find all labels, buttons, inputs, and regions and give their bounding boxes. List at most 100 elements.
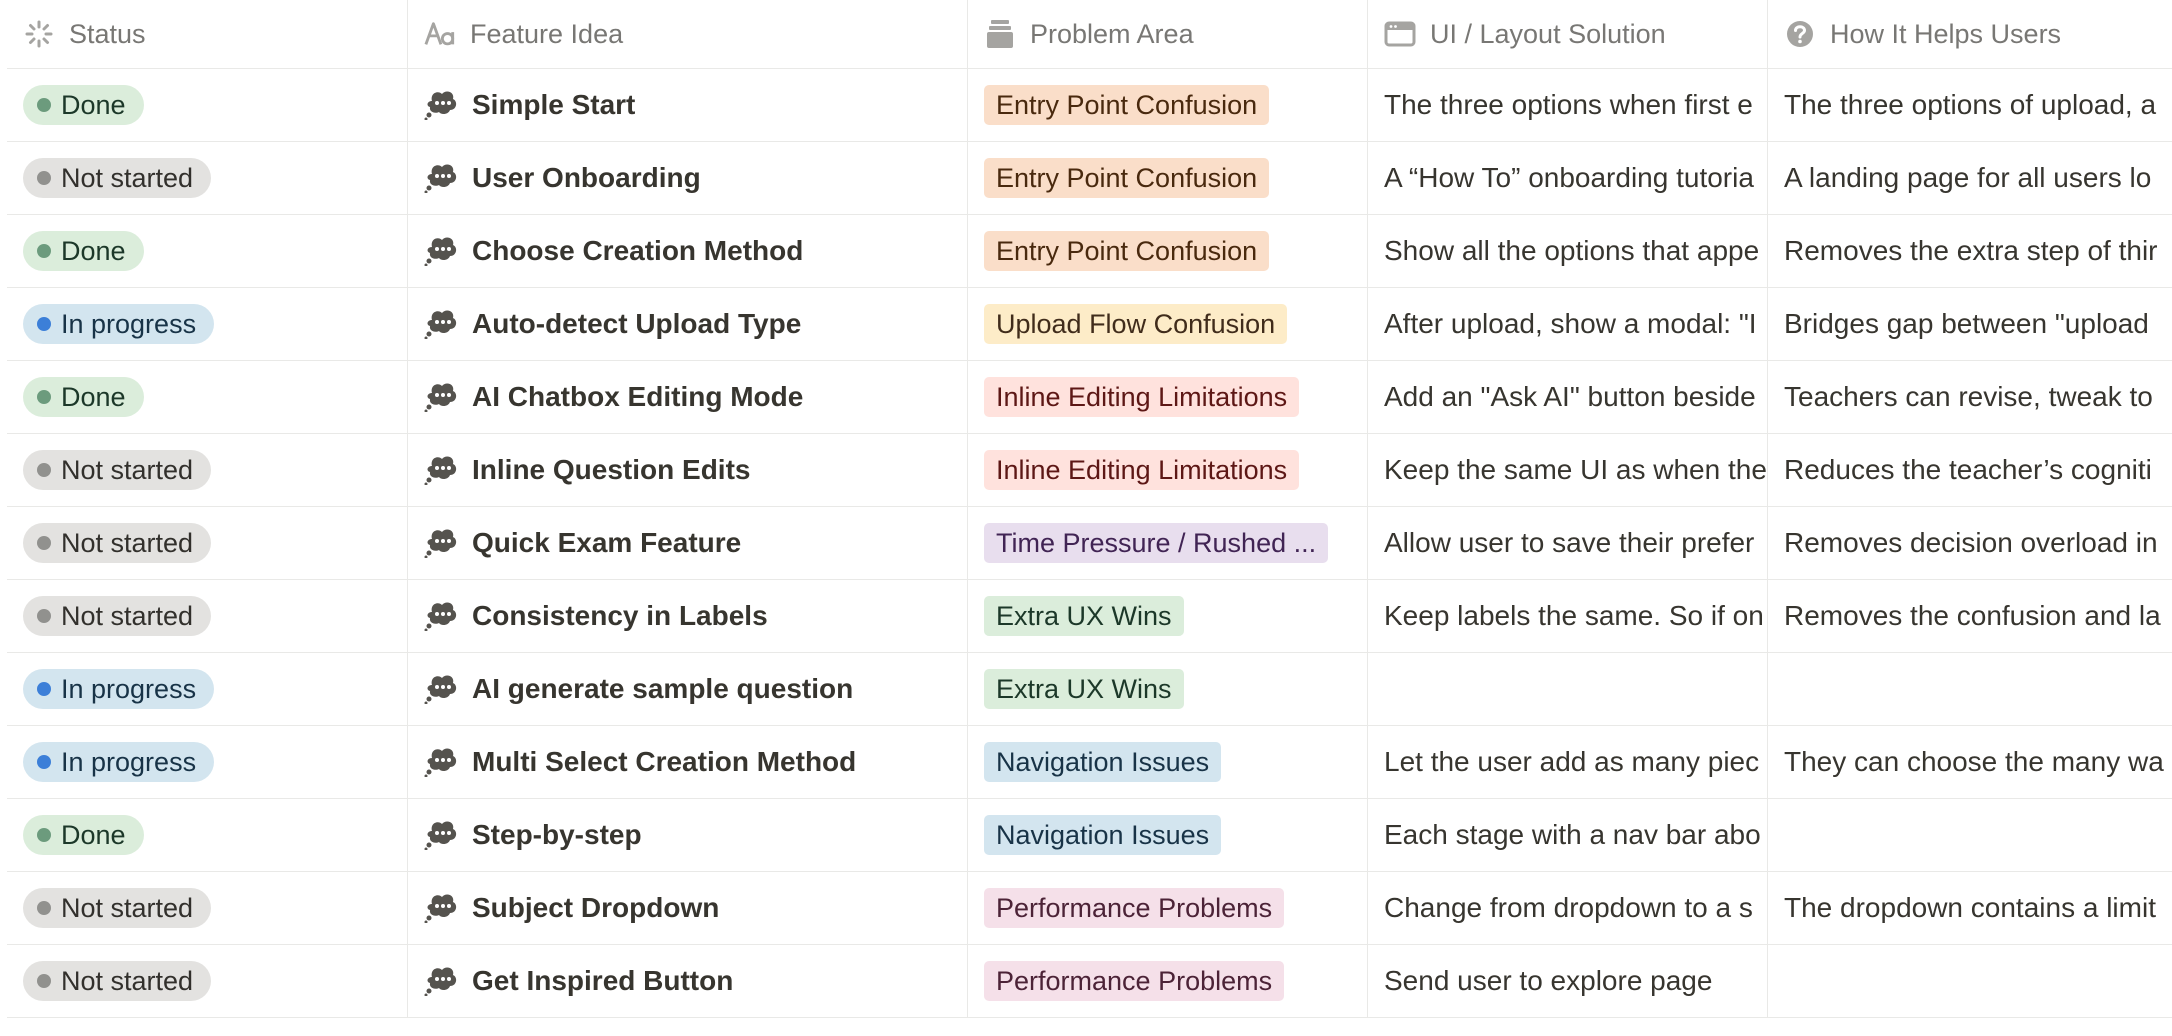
cell-feature-idea[interactable]: Subject Dropdown [407, 872, 967, 944]
status-badge[interactable]: Not started [23, 961, 212, 1001]
problem-area-tag[interactable]: Navigation Issues [984, 742, 1222, 782]
table-row[interactable]: Not started Consistency in Labels Extra UX… [7, 580, 2172, 653]
cell-feature-idea[interactable]: Step-by-step [407, 799, 967, 871]
table-row[interactable]: Not started Inline Question Edits Inline E… [7, 434, 2172, 507]
cell-ui-layout-solution[interactable]: The three options when first e [1367, 69, 1767, 141]
cell-feature-idea[interactable]: Auto-detect Upload Type [407, 288, 967, 360]
cell-feature-idea[interactable]: Consistency in Labels [407, 580, 967, 652]
cell-problem-area[interactable]: Upload Flow Confusion [967, 288, 1367, 360]
cell-status[interactable]: In progress [7, 288, 407, 360]
status-badge[interactable]: Done [23, 231, 144, 271]
status-badge[interactable]: In progress [23, 742, 215, 782]
cell-ui-layout-solution[interactable]: Keep labels the same. So if on [1367, 580, 1767, 652]
table-row[interactable]: Not started User Onboarding Entry Point Co… [7, 142, 2172, 215]
status-badge[interactable]: Not started [23, 596, 212, 636]
cell-status[interactable]: Done [7, 799, 407, 871]
column-header-problem-area[interactable]: Problem Area [967, 0, 1367, 68]
cell-ui-layout-solution[interactable]: Each stage with a nav bar abo [1367, 799, 1767, 871]
cell-how-it-helps-users[interactable]: Reduces the teacher’s cogniti [1767, 434, 2172, 506]
feature-title[interactable]: Simple Start [472, 89, 635, 121]
cell-status[interactable]: Not started [7, 945, 407, 1017]
cell-problem-area[interactable]: Extra UX Wins [967, 580, 1367, 652]
cell-problem-area[interactable]: Extra UX Wins [967, 653, 1367, 725]
cell-feature-idea[interactable]: Quick Exam Feature [407, 507, 967, 579]
cell-how-it-helps-users[interactable]: Removes the extra step of thir [1767, 215, 2172, 287]
cell-status[interactable]: Not started [7, 872, 407, 944]
cell-status[interactable]: Not started [7, 580, 407, 652]
cell-feature-idea[interactable]: Inline Question Edits [407, 434, 967, 506]
feature-title[interactable]: Get Inspired Button [472, 965, 733, 997]
table-row[interactable]: Done Choose Creation Method Entry Point Co… [7, 215, 2172, 288]
cell-status[interactable]: Not started [7, 142, 407, 214]
table-row[interactable]: Done Step-by-step Navigation Issues Each st… [7, 799, 2172, 872]
cell-how-it-helps-users[interactable] [1767, 799, 2172, 871]
cell-ui-layout-solution[interactable]: Let the user add as many piec [1367, 726, 1767, 798]
problem-area-tag[interactable]: Performance Problems [984, 888, 1285, 928]
cell-status[interactable]: Not started [7, 434, 407, 506]
cell-status[interactable]: Not started [7, 507, 407, 579]
status-badge[interactable]: Done [23, 815, 144, 855]
column-header-status[interactable]: Status [7, 0, 407, 68]
status-badge[interactable]: Done [23, 85, 144, 125]
status-badge[interactable]: In progress [23, 669, 215, 709]
feature-title[interactable]: Choose Creation Method [472, 235, 803, 267]
feature-title[interactable]: AI generate sample question [472, 673, 853, 705]
table-row[interactable]: Done AI Chatbox Editing Mode Inline Editin… [7, 361, 2172, 434]
problem-area-tag[interactable]: Inline Editing Limitations [984, 377, 1300, 417]
cell-feature-idea[interactable]: Choose Creation Method [407, 215, 967, 287]
problem-area-tag[interactable]: Entry Point Confusion [984, 231, 1270, 271]
cell-problem-area[interactable]: Inline Editing Limitations [967, 434, 1367, 506]
cell-feature-idea[interactable]: Multi Select Creation Method [407, 726, 967, 798]
cell-ui-layout-solution[interactable]: Add an "Ask AI" button beside [1367, 361, 1767, 433]
cell-status[interactable]: Done [7, 215, 407, 287]
feature-title[interactable]: Inline Question Edits [472, 454, 750, 486]
cell-how-it-helps-users[interactable]: The dropdown contains a limit [1767, 872, 2172, 944]
cell-ui-layout-solution[interactable]: Send user to explore page [1367, 945, 1767, 1017]
problem-area-tag[interactable]: Entry Point Confusion [984, 158, 1270, 198]
cell-ui-layout-solution[interactable]: After upload, show a modal: "I [1367, 288, 1767, 360]
cell-ui-layout-solution[interactable] [1367, 653, 1767, 725]
cell-status[interactable]: In progress [7, 726, 407, 798]
cell-problem-area[interactable]: Entry Point Confusion [967, 69, 1367, 141]
column-header-ui-layout-solution[interactable]: UI / Layout Solution [1367, 0, 1767, 68]
cell-status[interactable]: Done [7, 69, 407, 141]
status-badge[interactable]: In progress [23, 304, 215, 344]
table-row[interactable]: In progress AI generate sample question Ex… [7, 653, 2172, 726]
cell-problem-area[interactable]: Inline Editing Limitations [967, 361, 1367, 433]
table-row[interactable]: Not started Quick Exam Feature Time Pressu… [7, 507, 2172, 580]
problem-area-tag[interactable]: Entry Point Confusion [984, 85, 1270, 125]
problem-area-tag[interactable]: Extra UX Wins [984, 596, 1184, 636]
problem-area-tag[interactable]: Extra UX Wins [984, 669, 1184, 709]
cell-status[interactable]: Done [7, 361, 407, 433]
problem-area-tag[interactable]: Upload Flow Confusion [984, 304, 1288, 344]
cell-how-it-helps-users[interactable]: Removes decision overload in [1767, 507, 2172, 579]
status-badge[interactable]: Not started [23, 158, 212, 198]
status-badge[interactable]: Not started [23, 450, 212, 490]
cell-problem-area[interactable]: Entry Point Confusion [967, 215, 1367, 287]
table-row[interactable]: Not started Get Inspired Button Performanc… [7, 945, 2172, 1018]
cell-feature-idea[interactable]: AI Chatbox Editing Mode [407, 361, 967, 433]
feature-title[interactable]: Auto-detect Upload Type [472, 308, 801, 340]
problem-area-tag[interactable]: Inline Editing Limitations [984, 450, 1300, 490]
problem-area-tag[interactable]: Performance Problems [984, 961, 1285, 1001]
cell-status[interactable]: In progress [7, 653, 407, 725]
problem-area-tag[interactable]: Navigation Issues [984, 815, 1222, 855]
feature-title[interactable]: Quick Exam Feature [472, 527, 741, 559]
table-row[interactable]: In progress Auto-detect Upload Type Upload… [7, 288, 2172, 361]
status-badge[interactable]: Not started [23, 523, 212, 563]
cell-how-it-helps-users[interactable]: Teachers can revise, tweak to [1767, 361, 2172, 433]
problem-area-tag[interactable]: Time Pressure / Rushed ... [984, 523, 1329, 563]
cell-problem-area[interactable]: Performance Problems [967, 872, 1367, 944]
cell-how-it-helps-users[interactable] [1767, 945, 2172, 1017]
cell-problem-area[interactable]: Performance Problems [967, 945, 1367, 1017]
cell-problem-area[interactable]: Entry Point Confusion [967, 142, 1367, 214]
cell-how-it-helps-users[interactable]: A landing page for all users lo [1767, 142, 2172, 214]
table-row[interactable]: Done Simple Start Entry Point Confusion The… [7, 69, 2172, 142]
cell-how-it-helps-users[interactable]: They can choose the many wa [1767, 726, 2172, 798]
cell-feature-idea[interactable]: AI generate sample question [407, 653, 967, 725]
cell-ui-layout-solution[interactable]: A “How To” onboarding tutoria [1367, 142, 1767, 214]
table-row[interactable]: Not started Subject Dropdown Performance P… [7, 872, 2172, 945]
cell-how-it-helps-users[interactable] [1767, 653, 2172, 725]
feature-title[interactable]: Consistency in Labels [472, 600, 768, 632]
cell-how-it-helps-users[interactable]: Bridges gap between "upload [1767, 288, 2172, 360]
